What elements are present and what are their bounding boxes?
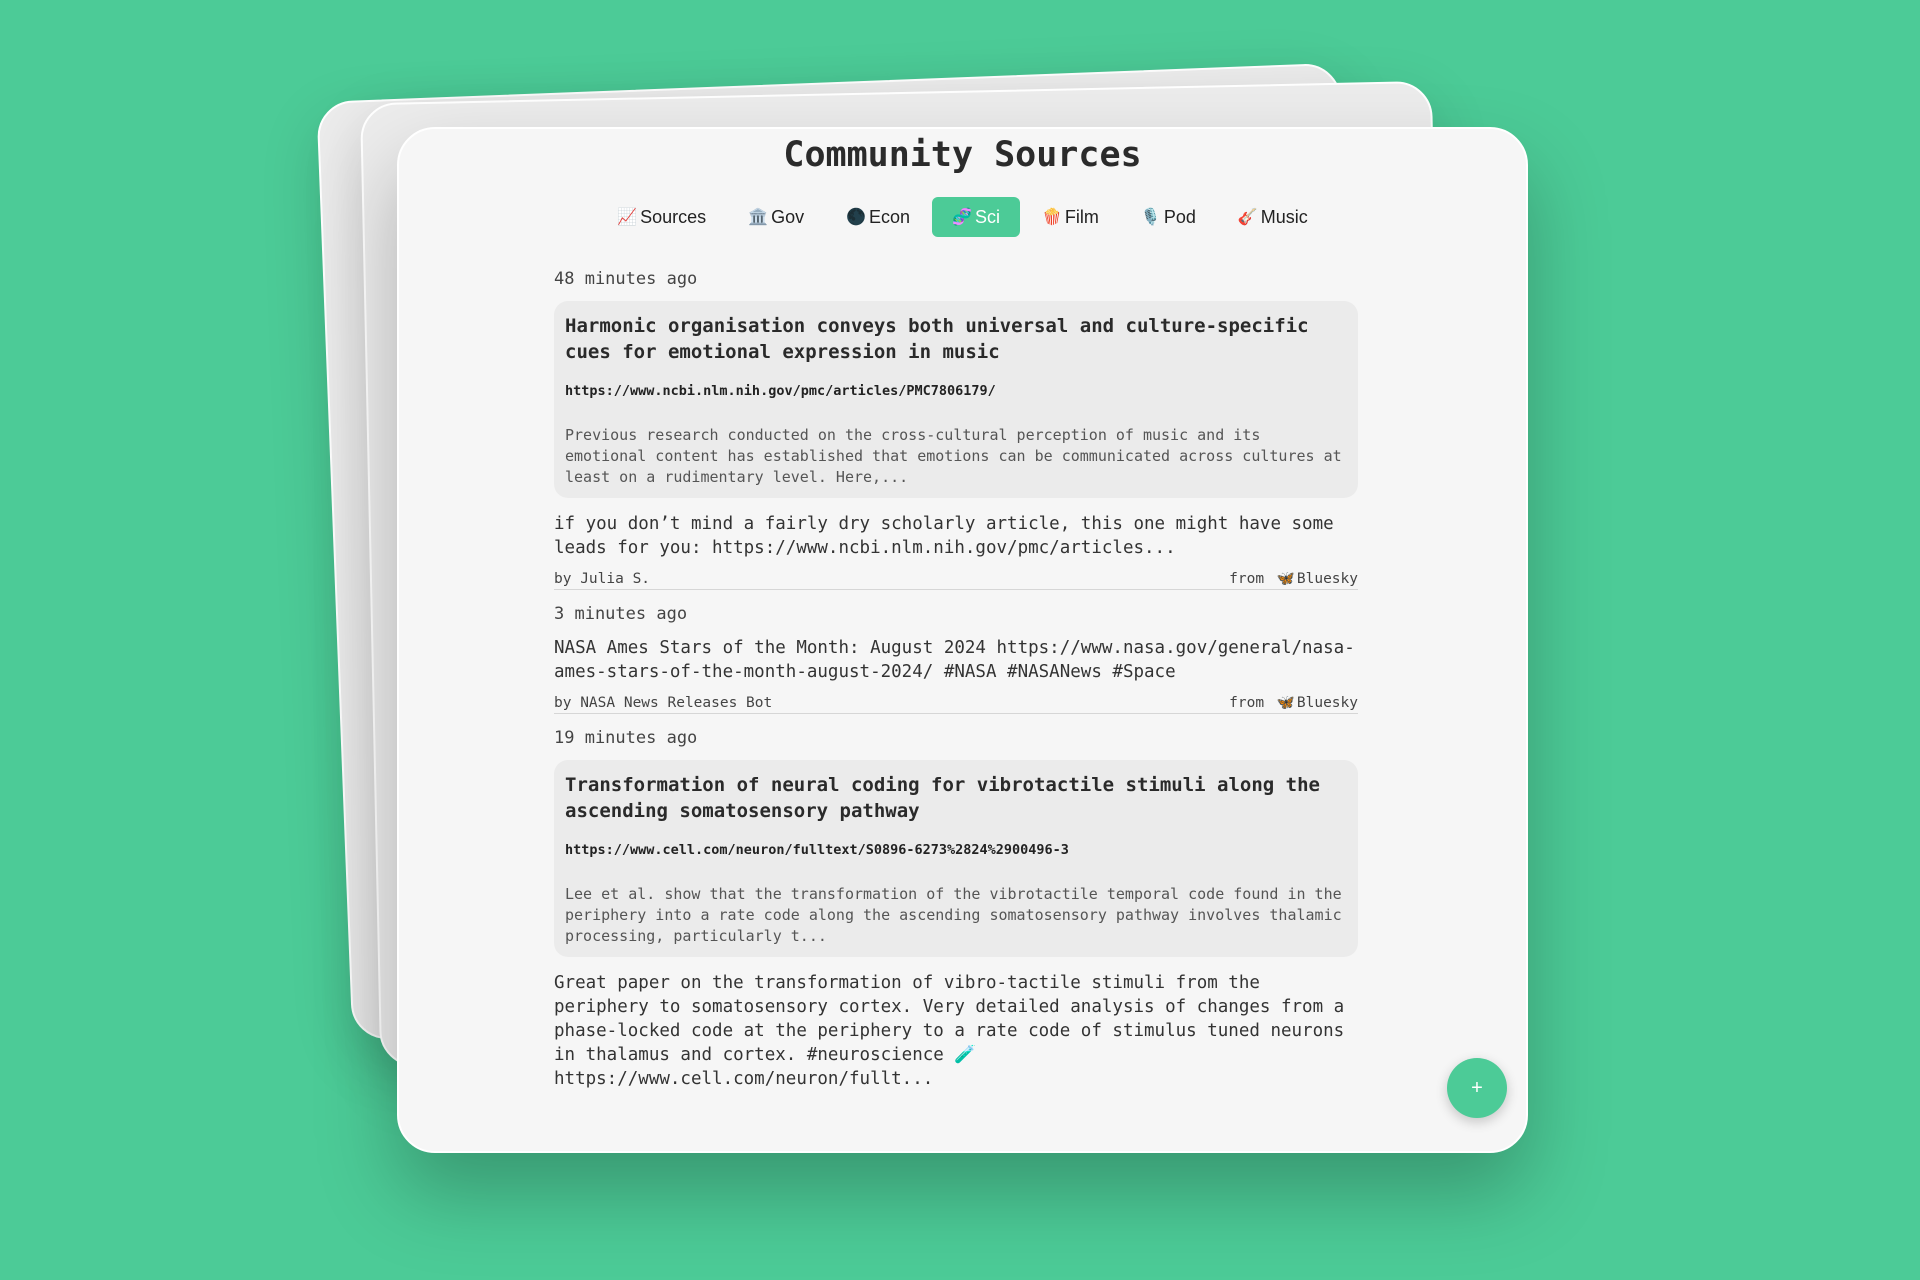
link-description: Lee et al. show that the transformation … xyxy=(565,885,1342,945)
stage: Community Sources 📈 Sources 🏛️ Gov 🌑 Eco… xyxy=(0,0,1920,1280)
post-timestamp: 48 minutes ago xyxy=(554,269,698,289)
tab-econ[interactable]: 🌑 Econ xyxy=(826,197,930,237)
post-text: NASA Ames Stars of the Month: August 202… xyxy=(554,638,1355,682)
tab-sci[interactable]: 🧬 Sci xyxy=(932,197,1020,237)
tab-label: Sci xyxy=(974,206,1000,227)
link-url[interactable]: https://www.ncbi.nlm.nih.gov/pmc/article… xyxy=(565,383,1347,399)
tab-sources[interactable]: 📈 Sources xyxy=(597,197,726,237)
tab-music[interactable]: 🎸 Music xyxy=(1218,197,1328,237)
microphone-icon: 🎙️ xyxy=(1140,209,1161,226)
tab-gov[interactable]: 🏛️ Gov xyxy=(728,197,824,237)
post-text: Great paper on the transformation of vib… xyxy=(554,973,1345,1089)
post-source: from 🦋 Bluesky xyxy=(1229,570,1358,588)
page-title: Community Sources xyxy=(783,135,1142,175)
post-source: from 🦋 Bluesky xyxy=(1229,694,1358,712)
category-tabs: 📈 Sources 🏛️ Gov 🌑 Econ 🧬 Sci 🍿 Film 🎙️ xyxy=(399,197,1526,237)
post-meta: by Julia S. from 🦋 Bluesky xyxy=(554,570,1358,589)
butterfly-icon: 🦋 xyxy=(1276,695,1295,711)
link-title: Transformation of neural coding for vibr… xyxy=(565,774,1320,822)
post-feed: 48 minutes ago Harmonic organisation con… xyxy=(554,269,1358,1105)
post-meta: by NASA News Releases Bot from 🦋 Bluesky xyxy=(554,694,1358,713)
post-author: by Julia S. xyxy=(554,571,651,587)
main-window: Community Sources 📈 Sources 🏛️ Gov 🌑 Eco… xyxy=(397,127,1528,1153)
link-description: Previous research conducted on the cross… xyxy=(565,426,1342,486)
from-label: from xyxy=(1229,570,1265,587)
guitar-icon: 🎸 xyxy=(1237,209,1258,226)
link-preview-card[interactable]: Transformation of neural coding for vibr… xyxy=(554,760,1358,957)
tab-label: Film xyxy=(1064,206,1099,227)
post-item: 19 minutes ago Transformation of neural … xyxy=(554,728,1358,1091)
post-item: 3 minutes ago NASA Ames Stars of the Mon… xyxy=(554,604,1358,714)
tab-label: Music xyxy=(1260,206,1308,227)
tab-label: Pod xyxy=(1163,206,1196,227)
butterfly-icon: 🦋 xyxy=(1276,571,1295,587)
add-button[interactable]: + xyxy=(1447,1058,1507,1118)
post-text: if you don’t mind a fairly dry scholarly… xyxy=(554,514,1334,558)
post-timestamp: 3 minutes ago xyxy=(554,604,688,624)
from-label: from xyxy=(1229,694,1265,711)
tab-label: Econ xyxy=(869,206,911,227)
post-timestamp: 19 minutes ago xyxy=(554,728,698,748)
chart-icon: 📈 xyxy=(617,209,638,226)
link-url[interactable]: https://www.cell.com/neuron/fulltext/S08… xyxy=(565,842,1347,858)
government-building-icon: 🏛️ xyxy=(748,209,769,226)
moon-icon: 🌑 xyxy=(846,209,867,226)
tab-film[interactable]: 🍿 Film xyxy=(1022,197,1119,237)
link-preview-card[interactable]: Harmonic organisation conveys both unive… xyxy=(554,301,1358,498)
tab-label: Sources xyxy=(640,206,707,227)
source-name: Bluesky xyxy=(1296,694,1358,711)
post-author: by NASA News Releases Bot xyxy=(554,695,773,711)
tab-label: Gov xyxy=(771,206,805,227)
popcorn-icon: 🍿 xyxy=(1041,209,1062,226)
tab-pod[interactable]: 🎙️ Pod xyxy=(1121,197,1216,237)
post-item: 48 minutes ago Harmonic organisation con… xyxy=(554,269,1358,590)
link-title: Harmonic organisation conveys both unive… xyxy=(565,315,1309,363)
source-name: Bluesky xyxy=(1296,570,1358,587)
dna-icon: 🧬 xyxy=(952,209,972,226)
